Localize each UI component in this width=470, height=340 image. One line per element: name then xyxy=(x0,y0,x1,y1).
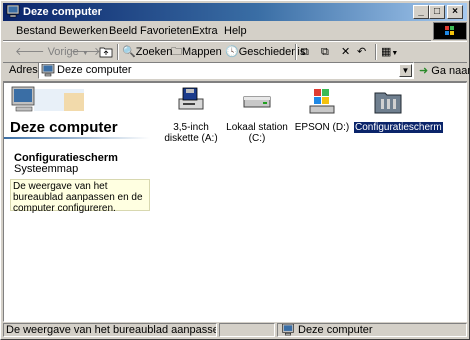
address-value: Deze computer xyxy=(57,64,132,76)
history-icon: 🕓 xyxy=(225,46,239,58)
search-icon: 🔍 xyxy=(122,46,136,58)
menu-beeld[interactable]: Beeld xyxy=(109,25,137,37)
control-panel-icon xyxy=(374,92,402,114)
up-folder-button[interactable] xyxy=(99,45,113,59)
folder-up-icon xyxy=(99,47,113,58)
menu-bar: Bestand Bewerken Beeld Favorieten Extra … xyxy=(3,22,431,41)
window-title: Deze computer xyxy=(23,6,102,18)
history-button[interactable]: 🕓Geschiedenis xyxy=(225,45,305,59)
drive-a-item[interactable]: 3,5-inch diskette (A:) xyxy=(157,85,225,144)
address-bar: Adres Deze computer ▼ ➜ Ga naar xyxy=(3,61,470,82)
back-arrow-icon: 🡐 xyxy=(15,46,45,58)
title-bar[interactable]: Deze computer _ □ × xyxy=(3,3,467,21)
menu-help[interactable]: Help xyxy=(224,25,247,37)
floppy-drive-icon xyxy=(178,87,204,110)
menu-favorieten[interactable]: Favorieten xyxy=(140,25,192,37)
copy-to-button[interactable]: ⧉ xyxy=(321,45,329,59)
move-to-icon: ⧉ xyxy=(301,46,309,58)
drive-c-item[interactable]: Lokaal station (C:) xyxy=(223,85,291,144)
drive-d-item[interactable]: EPSON (D:) xyxy=(288,85,356,133)
status-location: Deze computer xyxy=(277,323,467,337)
address-label: Adres xyxy=(9,64,38,76)
standard-toolbar: 🡐 Vorige ▼ 🡒 ▼ 🔍Zoeken 🗀Mappen 🕓Geschied… xyxy=(3,41,467,63)
address-dropdown-button[interactable]: ▼ xyxy=(399,64,412,77)
menu-bewerken[interactable]: Bewerken xyxy=(59,25,108,37)
computer-icon xyxy=(41,64,55,77)
computer-icon xyxy=(6,5,20,18)
computer-icon xyxy=(282,324,294,336)
item-description: De weergave van het bureaublad aanpassen… xyxy=(10,179,150,214)
close-button[interactable]: × xyxy=(447,5,463,19)
title-divider xyxy=(4,137,150,139)
menu-bestand[interactable]: Bestand xyxy=(16,25,56,37)
content-area: Deze computer Configuratiescherm Systeem… xyxy=(3,82,467,322)
folders-button[interactable]: 🗀Mappen xyxy=(171,45,222,59)
forward-arrow-icon: 🡒 xyxy=(71,46,101,58)
windows-logo-icon xyxy=(433,22,467,40)
maximize-button[interactable]: □ xyxy=(429,5,445,19)
cd-drive-icon xyxy=(309,89,335,114)
search-button[interactable]: 🔍Zoeken xyxy=(122,45,172,59)
selected-item-subtitle: Systeemmap xyxy=(14,163,79,175)
left-pane-title: Deze computer xyxy=(10,119,118,136)
go-button[interactable]: ➜ Ga naar xyxy=(419,64,470,78)
status-text: De weergave van het bureaublad aanpassen… xyxy=(3,323,217,337)
undo-button[interactable]: ↶ xyxy=(357,45,366,59)
copy-to-icon: ⧉ xyxy=(321,46,329,58)
folders-icon: 🗀 xyxy=(171,46,182,58)
banner-graphic-icon xyxy=(11,86,84,112)
status-bar: De weergave van het bureaublad aanpassen… xyxy=(3,322,467,338)
delete-icon: ✕ xyxy=(341,46,351,58)
menu-extra[interactable]: Extra xyxy=(192,25,218,37)
chevron-down-icon: ▼ xyxy=(391,50,399,57)
address-field[interactable]: Deze computer ▼ xyxy=(38,62,414,79)
hard-drive-icon xyxy=(243,96,271,108)
views-icon: ▦ xyxy=(381,46,392,58)
explorer-window: Deze computer _ □ × Bestand Bewerken Bee… xyxy=(0,0,470,340)
move-to-button[interactable]: ⧉ xyxy=(301,45,309,59)
undo-icon: ↶ xyxy=(357,46,367,58)
minimize-button[interactable]: _ xyxy=(413,5,429,19)
left-pane: Deze computer Configuratiescherm Systeem… xyxy=(4,83,152,321)
go-arrow-icon: ➜ xyxy=(419,65,429,77)
status-panel-empty xyxy=(219,323,275,337)
control-panel-item[interactable]: Configuratiescherm xyxy=(354,85,443,133)
delete-button[interactable]: ✕ xyxy=(341,45,350,59)
views-button[interactable]: ▦▼ xyxy=(381,45,398,59)
